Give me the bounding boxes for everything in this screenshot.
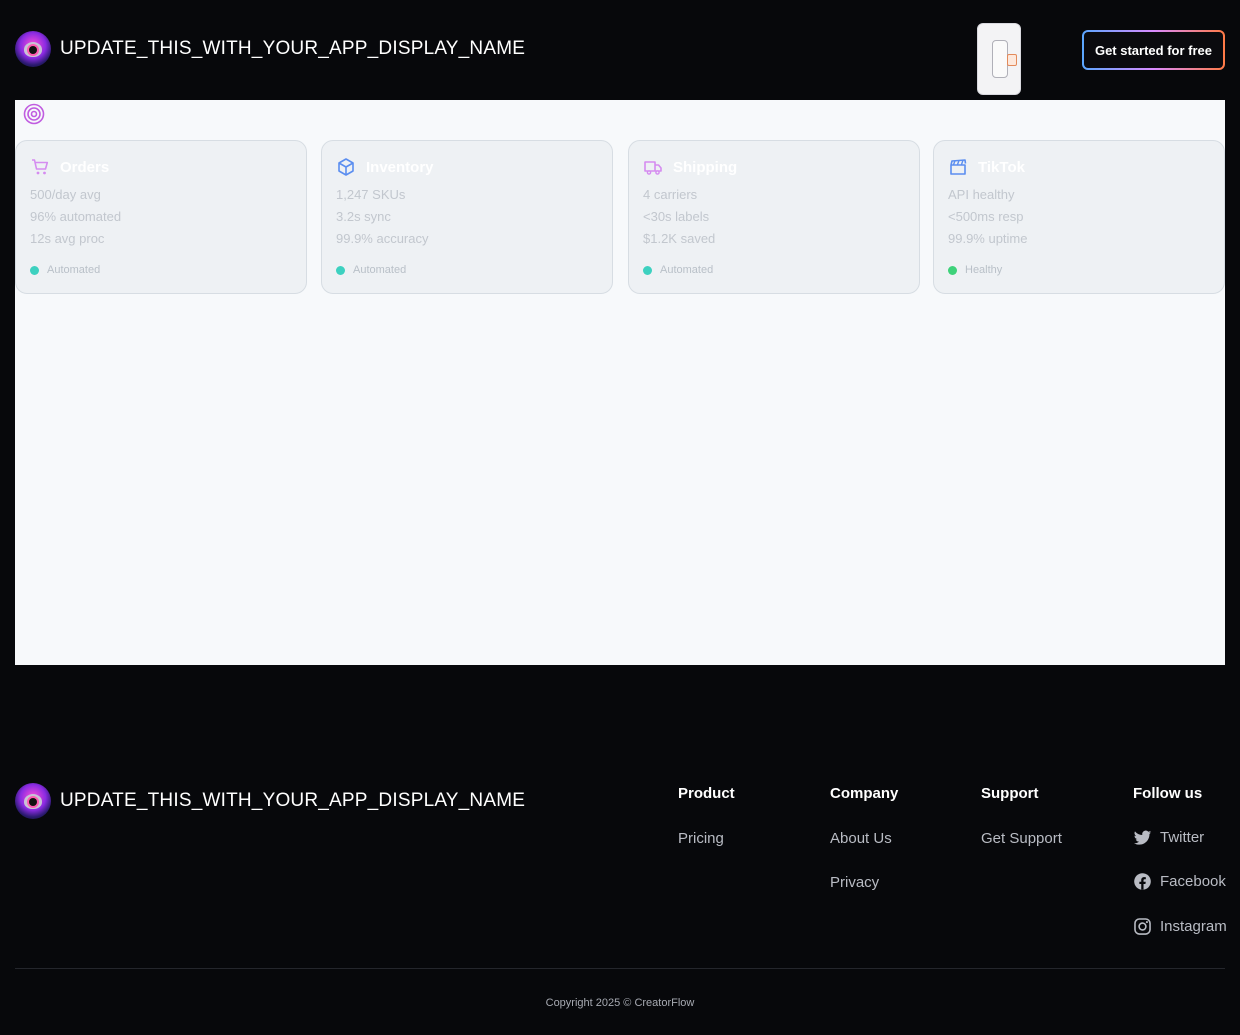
- instagram-icon: [1134, 918, 1151, 935]
- tiktok-card[interactable]: TikTok API healthy <500ms resp 99.9% upt…: [933, 140, 1225, 294]
- site-header: UPDATE_THIS_WITH_YOUR_APP_DISPLAY_NAME G…: [0, 0, 1240, 100]
- clipboard-icon: [1007, 54, 1017, 66]
- box-icon: [338, 158, 354, 176]
- status-badge: Automated: [643, 264, 713, 276]
- get-started-button[interactable]: Get started for free: [1082, 30, 1225, 70]
- clapperboard-icon: [950, 159, 967, 175]
- target-icon: [23, 103, 45, 125]
- orders-card[interactable]: Orders 500/day avg 96% automated 12s avg…: [15, 140, 307, 294]
- footer-heading-follow-us: Follow us: [1133, 785, 1203, 802]
- dashboard-panel: Orders 500/day avg 96% automated 12s avg…: [15, 100, 1225, 665]
- status-dot-icon: [643, 265, 652, 275]
- brand-link[interactable]: UPDATE_THIS_WITH_YOUR_APP_DISPLAY_NAME: [15, 31, 525, 67]
- footer-heading-company: Company: [830, 785, 899, 802]
- footer-heading-product: Product: [678, 785, 735, 802]
- facebook-icon: [1134, 873, 1151, 890]
- footer-link-get-support[interactable]: Get Support: [981, 830, 1062, 847]
- card-title: TikTok: [978, 158, 1025, 176]
- app-logo-icon: [15, 783, 51, 819]
- twitter-icon: [1133, 830, 1152, 845]
- status-badge: Automated: [336, 264, 406, 276]
- footer-link-instagram[interactable]: Instagram: [1133, 917, 1227, 936]
- copyright-text: Copyright 2025 © CreatorFlow: [545, 997, 695, 1009]
- card-stat: <30s labels: [643, 209, 710, 224]
- social-label: Facebook: [1160, 873, 1226, 890]
- shipping-card[interactable]: Shipping 4 carriers <30s labels $1.2K sa…: [628, 140, 920, 294]
- card-stat: 96% automated: [30, 209, 122, 224]
- footer-link-facebook[interactable]: Facebook: [1133, 872, 1226, 891]
- card-stat: 99.9% accuracy: [336, 231, 429, 246]
- footer-app-name: UPDATE_THIS_WITH_YOUR_APP_DISPLAY_NAME: [60, 790, 526, 811]
- status-badge: Automated: [30, 264, 100, 276]
- status-dot-icon: [336, 265, 345, 275]
- status-label: Automated: [47, 264, 101, 276]
- footer-link-pricing[interactable]: Pricing: [678, 830, 724, 847]
- card-title: Orders: [60, 158, 110, 176]
- social-label: Twitter: [1160, 829, 1205, 846]
- status-label: Healthy: [965, 264, 1003, 276]
- phone-icon: [992, 40, 1008, 78]
- status-label: Automated: [660, 264, 714, 276]
- status-dot-icon: [30, 265, 39, 275]
- footer-link-twitter[interactable]: Twitter: [1133, 828, 1204, 847]
- status-label: Automated: [353, 264, 407, 276]
- footer-link-privacy[interactable]: Privacy: [830, 874, 879, 891]
- card-stat: $1.2K saved: [643, 231, 716, 246]
- card-stat: 99.9% uptime: [948, 231, 1028, 246]
- card-stat: 12s avg proc: [30, 231, 105, 246]
- app-name: UPDATE_THIS_WITH_YOUR_APP_DISPLAY_NAME: [60, 38, 526, 59]
- card-stat: 500/day avg: [30, 187, 101, 202]
- footer-link-about-us[interactable]: About Us: [830, 830, 892, 847]
- card-stat: 1,247 SKUs: [336, 187, 406, 202]
- card-title: Inventory: [366, 158, 434, 176]
- status-dot-icon: [948, 265, 957, 275]
- card-stat: 4 carriers: [643, 187, 698, 202]
- social-label: Instagram: [1160, 918, 1227, 935]
- app-logo-icon: [15, 31, 51, 67]
- footer-divider: [15, 968, 1225, 969]
- shopping-cart-icon: [32, 159, 49, 175]
- card-stat: 3.2s sync: [336, 209, 391, 224]
- footer-brand-link[interactable]: UPDATE_THIS_WITH_YOUR_APP_DISPLAY_NAME: [15, 783, 525, 819]
- card-title: Shipping: [673, 158, 738, 176]
- inventory-card[interactable]: Inventory 1,247 SKUs 3.2s sync 99.9% acc…: [321, 140, 613, 294]
- truck-icon: [644, 161, 662, 175]
- phone-preview-widget[interactable]: [977, 23, 1021, 95]
- footer-heading-support: Support: [981, 785, 1039, 802]
- card-stat: <500ms resp: [948, 209, 1024, 224]
- status-badge: Healthy: [948, 264, 1002, 276]
- card-stat: API healthy: [948, 187, 1015, 202]
